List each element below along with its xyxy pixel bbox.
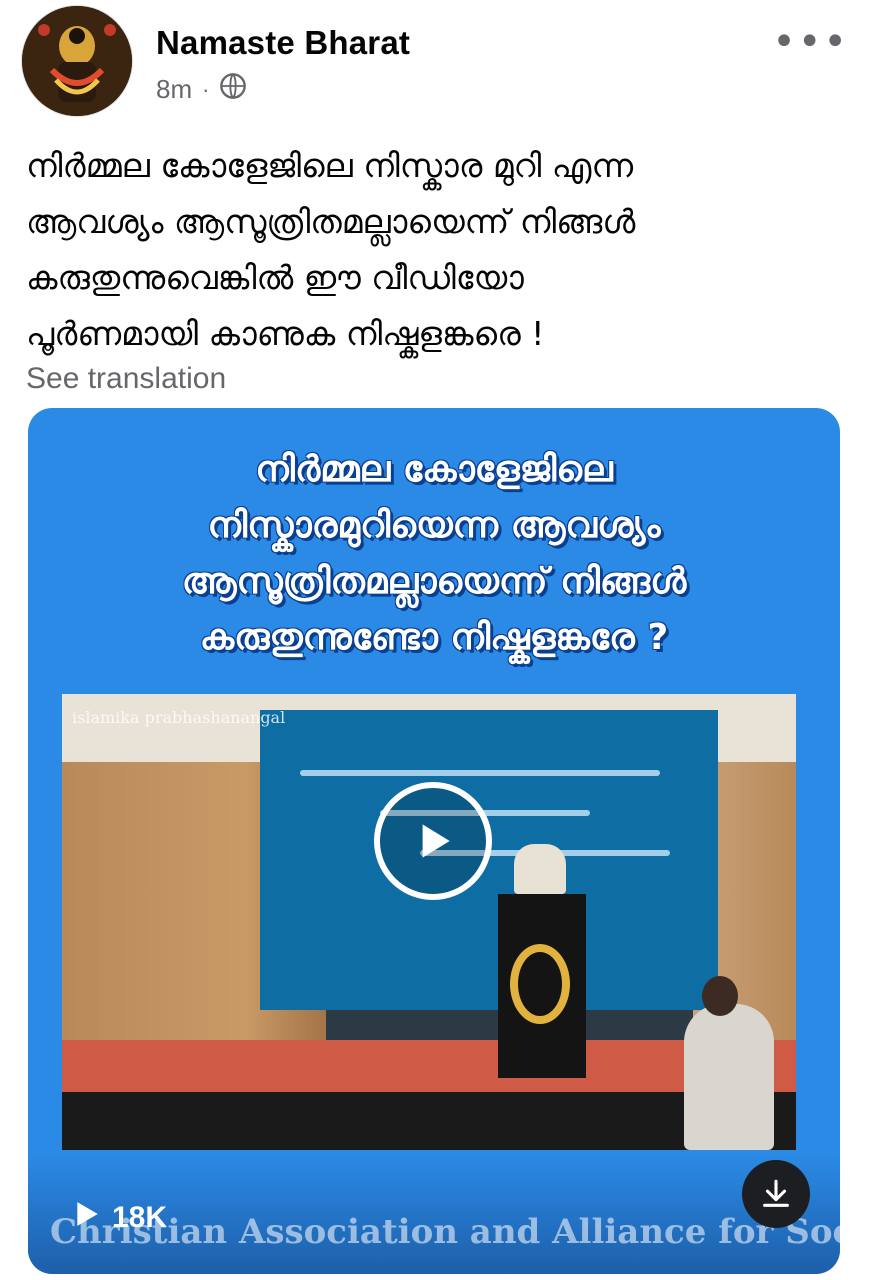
post-text-line: പൂർണമായി കാണുക നിഷ്കളങ്കരെ ! — [26, 314, 545, 353]
avatar-image — [22, 6, 132, 116]
post-meta: 8m · — [156, 72, 247, 107]
standing-person — [684, 1004, 774, 1150]
podium-logo — [510, 944, 570, 1024]
post-text: നിർമ്മല കോളേജിലെ നിസ്കാര മുറി എന്ന ആവശ്യ… — [26, 138, 826, 362]
post-text-line: നിർമ്മല കോളേജിലെ നിസ്കാര മുറി എന്ന — [26, 146, 634, 185]
headline-line: കരുതുന്നുണ്ടോ നിഷ്കളങ്കരേ ? — [199, 617, 669, 658]
video-headline: നിർമ്മല കോളേജിലെ നിസ്കാരമുറിയെന്ന ആവശ്യം… — [28, 442, 840, 666]
headline-line: നിസ്കാരമുറിയെന്ന ആവശ്യം — [207, 505, 661, 546]
play-icon[interactable] — [374, 782, 492, 900]
globe-icon — [219, 72, 247, 107]
author-name[interactable]: Namaste Bharat — [156, 24, 410, 62]
video-overlay-text: Christian Association and Alliance for S… — [50, 1212, 840, 1252]
headline-line: നിർമ്മല കോളേജിലെ — [255, 449, 613, 490]
profile-avatar[interactable] — [22, 6, 132, 116]
video-frame[interactable]: islamika prabhashanangal — [62, 694, 796, 1150]
post-text-line: ആവശ്യം ആസൂത്രിതമല്ലായെന്ന് നിങ്ങൾ — [26, 202, 636, 241]
post-text-line: കരുതുന്നുവെങ്കിൽ ഈ വീഡിയോ — [26, 258, 524, 297]
headline-line: ആസൂത്രിതമല്ലായെന്ന് നിങ്ങൾ — [181, 561, 687, 602]
view-count-value: 18K — [112, 1201, 168, 1234]
meta-separator: · — [202, 76, 210, 102]
frame-watermark: islamika prabhashanangal — [72, 708, 286, 727]
view-count: 18K — [74, 1200, 167, 1236]
post-time[interactable]: 8m — [156, 74, 192, 105]
see-translation-link[interactable]: See translation — [26, 362, 226, 396]
play-count-icon — [74, 1200, 100, 1236]
more-options-icon[interactable]: ••• — [772, 22, 849, 62]
video-card[interactable]: നിർമ്മല കോളേജിലെ നിസ്കാരമുറിയെന്ന ആവശ്യം… — [28, 408, 840, 1274]
download-icon[interactable] — [742, 1160, 810, 1228]
standing-person-head — [702, 976, 738, 1016]
projector-screen — [260, 710, 718, 1010]
speaker — [514, 844, 566, 894]
